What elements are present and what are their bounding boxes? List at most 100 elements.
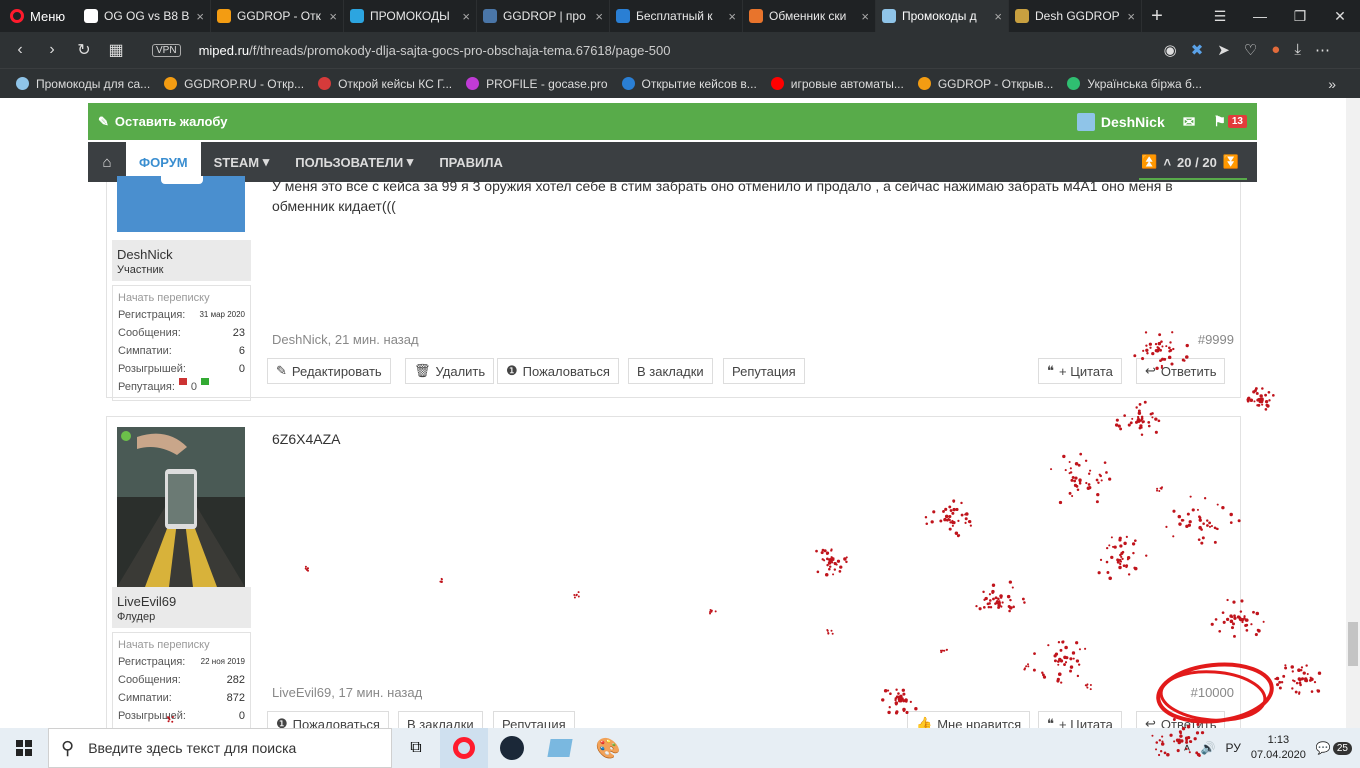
report-button[interactable]: ❶ Пожаловаться: [497, 358, 619, 384]
start-conversation-link[interactable]: Начать переписку: [118, 637, 245, 653]
download-icon[interactable]: ⤓: [1294, 41, 1301, 59]
paint-taskbar-icon[interactable]: 🎨: [584, 728, 632, 768]
post-permalink[interactable]: #10000: [1191, 685, 1234, 700]
reputation-button[interactable]: Репутация: [723, 358, 805, 384]
edit-button[interactable]: ✎ Редактировать: [267, 358, 391, 384]
language-indicator[interactable]: РУ: [1225, 741, 1240, 755]
stat-row: Сообщения: 23: [118, 324, 245, 342]
opera-taskbar-icon[interactable]: [440, 728, 488, 768]
bookmark-item[interactable]: PROFILE - gocase.pro: [466, 77, 608, 91]
tab-close-icon[interactable]: ×: [595, 9, 603, 24]
author-name[interactable]: DeshNick: [112, 240, 251, 264]
author-avatar[interactable]: [117, 427, 245, 587]
search-icon: ⚲: [61, 737, 75, 758]
shield-icon[interactable]: ✖: [1191, 41, 1204, 59]
quote-button[interactable]: ❝ + Цитата: [1038, 711, 1122, 728]
bookmark-item[interactable]: Открой кейсы КС Г...: [318, 77, 452, 91]
author-name[interactable]: LiveEvil69: [112, 587, 251, 611]
tab-close-icon[interactable]: ×: [329, 9, 337, 24]
tab-close-icon[interactable]: ×: [196, 9, 204, 24]
post-meta[interactable]: LiveEvil69, 17 мин. назад: [272, 685, 422, 700]
reputation-button[interactable]: Репутация: [493, 711, 575, 728]
quote-button[interactable]: ❝ + Цитата: [1038, 358, 1122, 384]
bookmark-item[interactable]: игровые автоматы...: [770, 77, 904, 91]
prev-page-icon[interactable]: ˄: [1163, 155, 1171, 170]
report-button[interactable]: ❶ Пожаловаться: [267, 711, 389, 728]
browser-tab[interactable]: GGDROP - Отк ×: [211, 0, 344, 32]
camera-icon[interactable]: ◉: [1164, 41, 1177, 59]
task-view-icon[interactable]: ⧉: [392, 728, 440, 768]
like-button[interactable]: 👍 Мне нравится: [907, 711, 1031, 728]
report-label: Пожаловаться: [292, 716, 380, 729]
bookmark-button[interactable]: В закладки: [398, 711, 483, 728]
post-meta[interactable]: DeshNick, 21 мин. назад: [272, 332, 419, 347]
new-tab-button[interactable]: +: [1142, 5, 1172, 28]
back-icon[interactable]: ‹: [4, 41, 36, 59]
complain-link[interactable]: ✎ Оставить жалобу: [98, 114, 228, 130]
windows-start-icon[interactable]: [0, 728, 48, 768]
rep-plus-icon[interactable]: [201, 378, 210, 385]
tab-favicon-icon: [1015, 9, 1029, 23]
heart-icon[interactable]: ♡: [1244, 41, 1257, 59]
minimize-icon[interactable]: —: [1240, 0, 1280, 32]
files-taskbar-icon[interactable]: [536, 728, 584, 768]
alerts-button[interactable]: ⚑ 13: [1213, 113, 1247, 130]
browser-tab[interactable]: Desh GGDROP ×: [1009, 0, 1142, 32]
notification-center[interactable]: 💬 25: [1316, 741, 1352, 755]
vpn-badge[interactable]: VPN: [152, 43, 181, 57]
first-page-icon[interactable]: ⏫: [1141, 154, 1157, 170]
close-window-icon[interactable]: ✕: [1320, 0, 1360, 32]
tab-close-icon[interactable]: ×: [462, 9, 470, 24]
stat-row: Симпатии: 6: [118, 342, 245, 360]
bookmark-item[interactable]: GGDROP - Открыв...: [917, 77, 1053, 91]
url-field[interactable]: miped.ru/f/threads/promokody-dlja-sajta-…: [199, 43, 671, 58]
browser-tab[interactable]: Промокоды д ×: [876, 0, 1009, 32]
start-conversation-link[interactable]: Начать переписку: [118, 290, 245, 306]
reply-button[interactable]: ↩ Ответить: [1136, 358, 1226, 384]
page-scrollbar[interactable]: [1346, 98, 1360, 728]
last-page-icon[interactable]: ⏬: [1223, 154, 1239, 170]
reply-button[interactable]: ↩ Ответить: [1136, 711, 1226, 728]
taskbar-search[interactable]: ⚲ Введите здесь текст для поиска: [48, 728, 392, 768]
bookmark-item[interactable]: Українська біржа б...: [1067, 77, 1202, 91]
post-permalink[interactable]: #9999: [1198, 332, 1234, 347]
bookmarks-more-button[interactable]: »: [1328, 76, 1336, 92]
tray-overflow-icon[interactable]: ˄: [1184, 741, 1191, 755]
trash-icon: 🗑: [414, 363, 431, 378]
tab-close-icon[interactable]: ×: [994, 9, 1002, 24]
browser-tab[interactable]: GGDROP | про ×: [477, 0, 610, 32]
browser-tab[interactable]: ПРОМОКОДЫ ×: [344, 0, 477, 32]
volume-icon[interactable]: 🔊: [1201, 741, 1216, 755]
envelope-icon[interactable]: ✉: [1183, 113, 1196, 131]
steam-taskbar-icon[interactable]: [488, 728, 536, 768]
clock[interactable]: 1:13 07.04.2020: [1251, 733, 1306, 763]
send-icon[interactable]: ➤: [1217, 41, 1230, 59]
rep-minus-icon[interactable]: [178, 378, 187, 385]
scrollbar-thumb[interactable]: [1348, 622, 1358, 666]
tab-close-icon[interactable]: ×: [728, 9, 736, 24]
bookmark-button[interactable]: В закладки: [628, 358, 713, 384]
author-avatar[interactable]: [117, 176, 245, 232]
browser-tab[interactable]: Бесплатный к ×: [610, 0, 743, 32]
bookmark-favicon-icon: [164, 77, 178, 90]
bookmark-item[interactable]: GGDROP.RU - Откр...: [164, 77, 304, 91]
browser-tab[interactable]: Обменник ски ×: [743, 0, 876, 32]
bookmark-item[interactable]: Открытие кейсов в...: [621, 77, 757, 91]
system-tray: ˄ 🔊 РУ 1:13 07.04.2020 💬 25: [1184, 728, 1360, 768]
bookmark-item[interactable]: Промокоды для са...: [16, 77, 150, 91]
speed-dial-icon[interactable]: ▦: [100, 40, 132, 60]
profile-icon[interactable]: ●: [1271, 41, 1280, 59]
browser-tab[interactable]: OG OG vs B8 B ×: [78, 0, 211, 32]
delete-button[interactable]: 🗑 Удалить: [405, 358, 495, 384]
maximize-icon[interactable]: ❐: [1280, 0, 1320, 32]
tab-favicon-icon: [217, 9, 231, 23]
browser-menu-button[interactable]: Меню: [0, 0, 78, 32]
forward-icon[interactable]: ›: [36, 41, 68, 59]
tab-close-icon[interactable]: ×: [861, 9, 869, 24]
tab-close-icon[interactable]: ×: [1127, 9, 1135, 24]
tab-menu-icon[interactable]: ☰: [1200, 0, 1240, 32]
reload-icon[interactable]: ↻: [68, 40, 100, 60]
nav-users-label: ПОЛЬЗОВАТЕЛИ: [295, 154, 404, 170]
more-icon[interactable]: ⋯: [1315, 41, 1330, 59]
user-menu[interactable]: DeshNick: [1076, 112, 1165, 131]
